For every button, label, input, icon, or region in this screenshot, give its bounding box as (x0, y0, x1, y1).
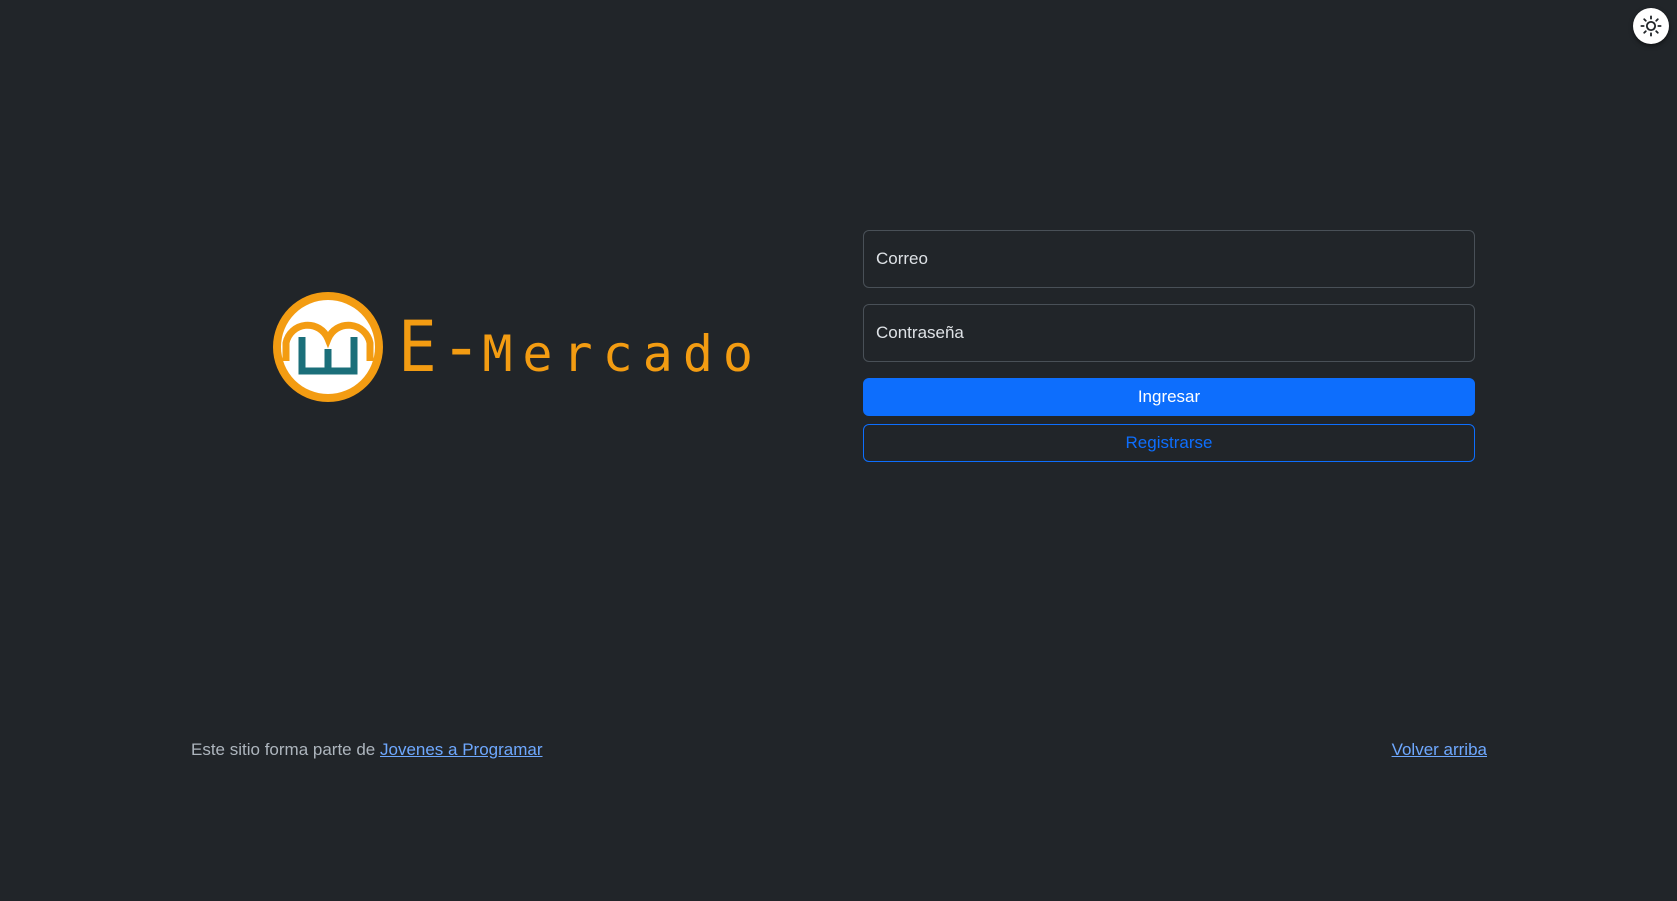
brand-name: E - Mercado (398, 312, 763, 382)
login-form: Ingresar Registrarse (863, 230, 1475, 462)
footer-text: Este sitio forma parte de (191, 740, 380, 759)
theme-toggle-button[interactable] (1633, 8, 1669, 44)
footer-back-to-top: Volver arriba (1392, 740, 1487, 760)
sun-icon (1640, 15, 1662, 37)
login-button[interactable]: Ingresar (863, 378, 1475, 416)
brand-name-word: Mercado (482, 325, 764, 383)
brand-logo: E - Mercado (272, 291, 763, 403)
jovenes-a-programar-link[interactable]: Jovenes a Programar (380, 740, 543, 759)
email-field[interactable] (863, 230, 1475, 288)
back-to-top-link[interactable]: Volver arriba (1392, 740, 1487, 759)
login-page: E - Mercado Ingresar Registrarse Este si… (0, 0, 1677, 901)
register-button[interactable]: Registrarse (863, 424, 1475, 462)
footer-credit: Este sitio forma parte de Jovenes a Prog… (191, 740, 543, 760)
brand-name-prefix: E (398, 306, 437, 388)
e-mercado-logo-icon (273, 292, 383, 402)
brand-name-dash: - (440, 306, 483, 388)
password-field[interactable] (863, 304, 1475, 362)
